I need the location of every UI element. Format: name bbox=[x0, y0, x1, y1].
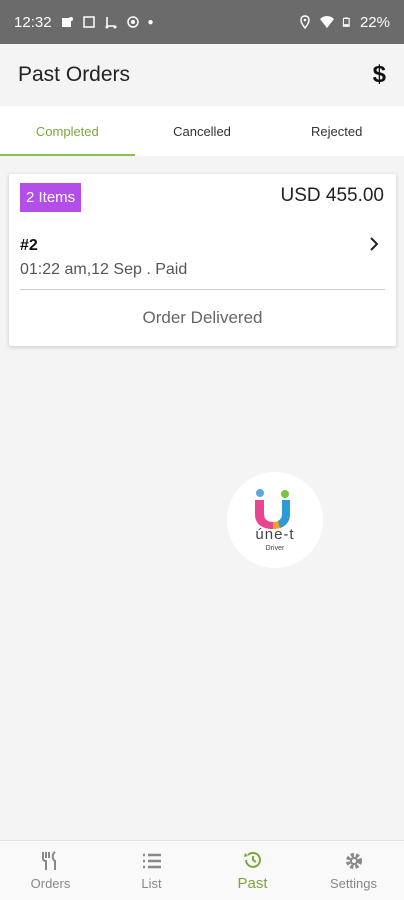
card-divider bbox=[20, 289, 385, 290]
tab-cancelled[interactable]: Cancelled bbox=[135, 106, 270, 156]
target-icon bbox=[126, 16, 139, 28]
tab-rejected[interactable]: Rejected bbox=[269, 106, 404, 156]
teams-icon bbox=[61, 17, 73, 27]
list-icon bbox=[142, 853, 161, 869]
order-status: Order Delivered bbox=[142, 308, 263, 327]
order-card[interactable]: 2 Items USD 455.00 #2 01:22 am,12 Sep . … bbox=[9, 174, 396, 346]
gear-icon bbox=[345, 853, 362, 869]
history-icon bbox=[243, 851, 261, 868]
location-icon bbox=[300, 15, 310, 29]
chevron-right-icon[interactable] bbox=[368, 237, 380, 251]
wifi-icon bbox=[319, 16, 334, 28]
scooter-icon bbox=[105, 17, 117, 29]
app-bar: Past Orders $ bbox=[0, 44, 404, 106]
items-badge: 2 Items bbox=[20, 183, 82, 212]
nav-past-label: Past bbox=[237, 875, 268, 892]
bottom-nav: Orders List Past Settings bbox=[0, 840, 404, 900]
order-amount: USD 455.00 bbox=[280, 185, 384, 206]
nav-past[interactable]: Past bbox=[202, 841, 303, 900]
page-title: Past Orders bbox=[18, 63, 131, 86]
logo-sub-text: Driver bbox=[265, 545, 285, 552]
nav-list[interactable]: List bbox=[101, 841, 202, 900]
logo-mark-icon bbox=[255, 489, 290, 529]
tab-completed[interactable]: Completed bbox=[0, 106, 135, 156]
order-meta: 01:22 am,12 Sep . Paid bbox=[20, 261, 188, 278]
status-time: 12:32 bbox=[14, 13, 52, 31]
order-number: #2 bbox=[20, 237, 38, 254]
nav-settings[interactable]: Settings bbox=[303, 841, 404, 900]
currency-button[interactable]: $ bbox=[373, 61, 386, 89]
battery-level: 22% bbox=[359, 13, 390, 31]
cutlery-icon bbox=[41, 851, 56, 870]
nav-settings-label: Settings bbox=[330, 876, 377, 891]
logo-brand-text: úne-t bbox=[255, 526, 295, 543]
nav-list-label: List bbox=[141, 876, 162, 891]
order-tabs: Completed Cancelled Rejected bbox=[0, 106, 404, 156]
status-bar: 12:32 ● 22% bbox=[0, 0, 404, 44]
battery-icon bbox=[342, 17, 350, 27]
nav-orders-label: Orders bbox=[30, 876, 71, 891]
brand-logo: úne-t Driver bbox=[227, 472, 323, 568]
nav-orders[interactable]: Orders bbox=[0, 841, 101, 900]
notification-dot-icon: ● bbox=[147, 16, 154, 28]
message-icon bbox=[82, 16, 95, 28]
